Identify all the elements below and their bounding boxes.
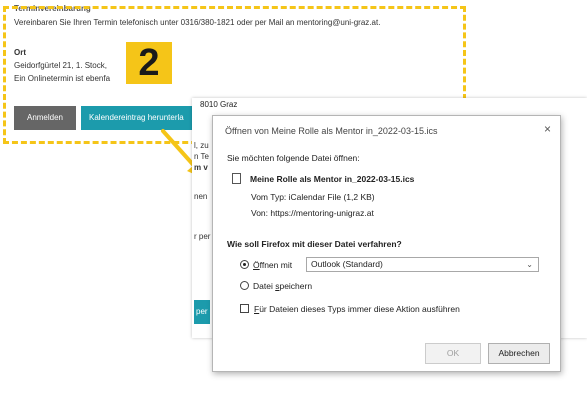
open-with-accel: Ö: [253, 260, 260, 270]
file-source: Von: https://mentoring-unigraz.at: [251, 208, 374, 218]
always-do-checkbox[interactable]: [240, 304, 249, 313]
bg-snippet: m v: [194, 163, 208, 172]
ok-button[interactable]: OK: [425, 343, 481, 364]
dialog-prompt: Sie möchten folgende Datei öffnen:: [227, 153, 360, 163]
bg-teal-button[interactable]: per: [194, 300, 210, 324]
always-do-text: ür Dateien dieses Typs immer diese Aktio…: [259, 304, 460, 314]
save-file-label[interactable]: Datei speichern: [253, 281, 312, 291]
chevron-down-icon: ⌄: [526, 260, 533, 269]
always-do-label[interactable]: Für Dateien dieses Typs immer diese Akti…: [254, 304, 460, 314]
bg-snippet: nen: [194, 192, 208, 201]
bg-snippet: r per: [194, 232, 211, 241]
bg-snippet: n Te: [194, 152, 209, 161]
dialog-title: Öffnen von Meine Rolle als Mentor in_202…: [225, 126, 438, 136]
open-with-text: ffnen mit: [259, 260, 293, 270]
open-with-label[interactable]: Öffnen mit: [253, 260, 292, 270]
cancel-button[interactable]: Abbrechen: [488, 343, 550, 364]
app-select[interactable]: Outlook (Standard) ⌄: [306, 257, 539, 272]
file-icon: [232, 173, 241, 184]
action-question: Wie soll Firefox mit dieser Datei verfah…: [227, 239, 402, 249]
open-with-radio[interactable]: [240, 260, 249, 269]
app-select-value: Outlook (Standard): [311, 259, 383, 269]
step-badge: 2: [126, 42, 172, 84]
file-type: Vom Typ: iCalendar File (1,2 KB): [251, 192, 375, 202]
bg-address: 8010 Graz: [200, 100, 238, 109]
close-icon[interactable]: ×: [544, 122, 551, 136]
save-file-radio[interactable]: [240, 281, 249, 290]
file-name: Meine Rolle als Mentor in_2022-03-15.ics: [250, 174, 415, 184]
save-file-text: peichern: [279, 281, 313, 291]
save-file-prefix: Datei: [253, 281, 276, 291]
open-file-dialog: Öffnen von Meine Rolle als Mentor in_202…: [212, 115, 561, 372]
bg-snippet: l, zu: [194, 141, 209, 150]
